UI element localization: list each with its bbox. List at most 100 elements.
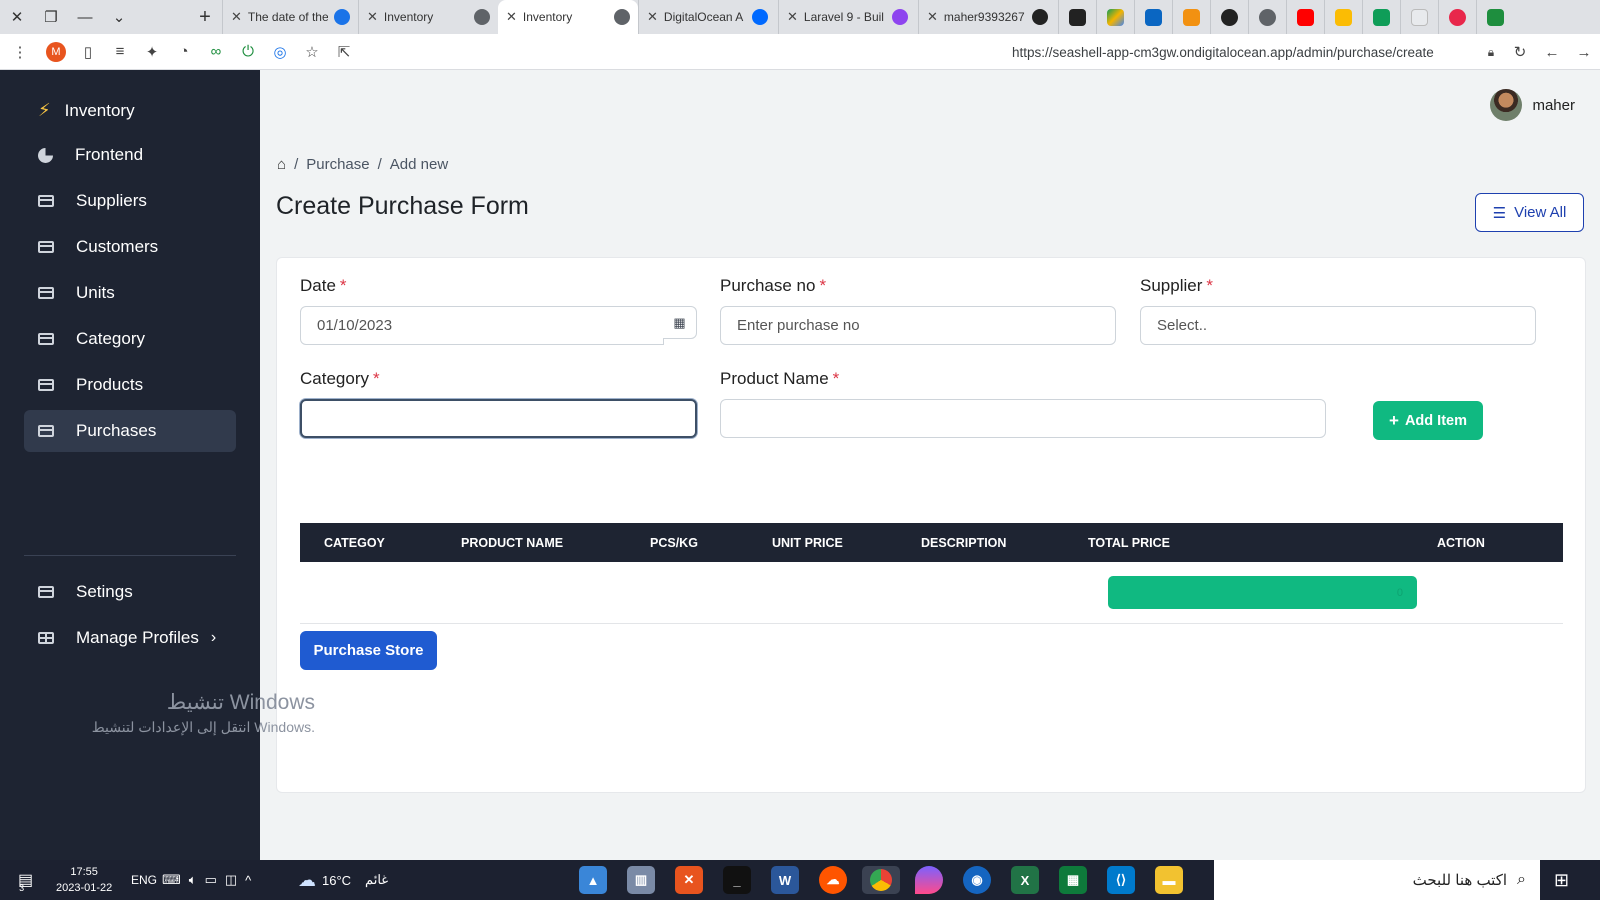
sidebar-item-products[interactable]: Products [24, 364, 236, 406]
tab-close-icon[interactable]: ✕ [367, 9, 378, 25]
tab-close-icon[interactable]: ✕ [231, 9, 242, 25]
browser-tab-active[interactable]: ✕ Inventory [498, 0, 638, 34]
browser-tab[interactable]: ✕ The date of the [222, 0, 358, 34]
terminal-app-icon[interactable]: _ [723, 866, 751, 894]
sidebar-item-units[interactable]: Units [24, 272, 236, 314]
extension-spy-icon[interactable]: ∞ [200, 34, 232, 70]
date-field[interactable]: 01/10/2023 [300, 306, 664, 345]
forward-arrow-icon[interactable]: → [1568, 34, 1600, 70]
pinned-tab[interactable] [1058, 0, 1096, 34]
excel-app-icon[interactable]: X [1011, 866, 1039, 894]
pinned-tab[interactable] [1134, 0, 1172, 34]
app-icon[interactable]: ◉ [963, 866, 991, 894]
card-icon [38, 195, 54, 207]
browser-tab[interactable]: ✕ maher9393267 [918, 0, 1058, 34]
keyboard-icon[interactable]: ⌨︎ [162, 872, 181, 888]
pinned-tab[interactable] [1172, 0, 1210, 34]
category-select[interactable] [300, 399, 697, 438]
url-field[interactable]: https://seashell-app-cm3gw.ondigitalocea… [1012, 34, 1434, 70]
add-item-button[interactable]: + Add Item [1373, 401, 1483, 440]
product-name-select[interactable] [720, 399, 1326, 438]
purchase-no-input[interactable]: Enter purchase no [720, 306, 1116, 345]
close-window-icon[interactable]: ✕ [0, 0, 34, 34]
view-all-button[interactable]: ☰ View All [1475, 193, 1584, 232]
supplier-label-text: Supplier [1140, 276, 1203, 295]
windows-taskbar: ▤ 3 17:55 2023-01-22 ENG ⌨︎ 🔈︎ ▭ ◫ ^ ☁︎ 1… [0, 860, 1600, 900]
extensions-puzzle-icon[interactable]: ✦ [136, 34, 168, 70]
sidebar-item-settings[interactable]: Setings [24, 571, 236, 613]
breadcrumb-add-new: Add new [389, 156, 449, 173]
supplier-select[interactable]: Select.. [1140, 306, 1536, 345]
browser-tab[interactable]: ✕ Laravel 9 - Buil [778, 0, 918, 34]
meet-icon[interactable]: ◫ [225, 872, 237, 888]
pinned-tab[interactable] [1324, 0, 1362, 34]
pinned-tab[interactable] [1362, 0, 1400, 34]
sidebar-panel-icon[interactable]: ▯ [72, 34, 104, 70]
file-explorer-icon[interactable]: ▬ [1155, 866, 1183, 894]
purchase-store-button[interactable]: Purchase Store [300, 631, 437, 670]
taskbar-search[interactable]: اكتب هنا للبحث ⌕ [1214, 860, 1540, 900]
back-arrow-icon[interactable]: ← [1536, 34, 1568, 70]
menu-dots-icon[interactable]: ⋮ [0, 34, 40, 70]
extension-m-icon[interactable]: M [40, 34, 72, 70]
pinned-tab[interactable] [1210, 0, 1248, 34]
power-icon[interactable]: ⏻ [232, 34, 264, 70]
digitalocean-icon [751, 9, 768, 25]
clock[interactable]: 17:55 2023-01-22 [56, 860, 112, 900]
tab-title: Inventory [522, 10, 573, 24]
home-icon[interactable]: ⌂ [277, 156, 286, 173]
calendar-icon[interactable]: ▦ [663, 306, 697, 339]
notification-icon[interactable]: ▤ 3 [18, 860, 33, 900]
tab-close-icon[interactable]: ✕ [506, 9, 517, 25]
xampp-app-icon[interactable]: ✕ [675, 866, 703, 894]
tab-close-icon[interactable]: ✕ [647, 9, 658, 25]
sidebar-item-suppliers[interactable]: Suppliers [24, 180, 236, 222]
windows-start-icon[interactable]: ⊞ [1554, 860, 1569, 900]
language-indicator[interactable]: ENG [131, 860, 157, 900]
sidebar-item-frontend[interactable]: Frontend [24, 134, 236, 176]
pinned-tab[interactable] [1438, 0, 1476, 34]
restore-window-icon[interactable]: ❐ [34, 0, 68, 34]
chevron-up-icon[interactable]: ^ [245, 873, 251, 888]
volume-icon[interactable]: 🔈︎ [189, 872, 197, 888]
reading-list-icon[interactable]: ≡ [104, 34, 136, 70]
search-placeholder: اكتب هنا للبحث [1412, 872, 1508, 889]
file-app-icon[interactable]: ▥ [627, 866, 655, 894]
sidebar-brand[interactable]: ⚡︎ Inventory [38, 100, 135, 121]
required-mark: * [1206, 276, 1213, 295]
tab-close-icon[interactable]: ✕ [927, 9, 938, 25]
sidebar-item-manage-profiles[interactable]: Manage Profiles › [24, 617, 236, 659]
pinned-tab[interactable] [1286, 0, 1324, 34]
column-header-total-price: TOTAL PRICE [1088, 536, 1170, 550]
weather-widget[interactable]: ☁︎ 16°C غائم [298, 860, 388, 900]
pinned-tab[interactable] [1400, 0, 1438, 34]
extension-circle-icon[interactable]: ◎ [264, 34, 296, 70]
sidebar-item-category[interactable]: Category [24, 318, 236, 360]
chrome-app-icon[interactable] [862, 866, 900, 894]
pinned-tab[interactable] [1476, 0, 1514, 34]
paint-app-icon[interactable] [915, 866, 943, 894]
reload-icon[interactable]: ↻ [1504, 34, 1536, 70]
extension-icon[interactable]: ◔ [168, 34, 200, 70]
breadcrumb-purchase[interactable]: Purchase [306, 156, 369, 173]
browser-tab[interactable]: ✕ DigitalOcean A [638, 0, 778, 34]
tab-title: DigitalOcean A [663, 10, 744, 24]
display-icon[interactable]: ▭ [205, 872, 217, 888]
soundcloud-app-icon[interactable]: ☁︎ [819, 866, 847, 894]
user-menu[interactable]: maher [1490, 89, 1575, 121]
sidebar-item-purchases[interactable]: Purchases [24, 410, 236, 452]
bookmark-star-icon[interactable]: ☆ [296, 34, 328, 70]
word-app-icon[interactable]: W [771, 866, 799, 894]
app-icon[interactable]: ▦ [1059, 866, 1087, 894]
minimize-window-icon[interactable]: — [68, 0, 102, 34]
pinned-tab[interactable] [1096, 0, 1134, 34]
vscode-app-icon[interactable]: ⟨⟩ [1107, 866, 1135, 894]
tab-close-icon[interactable]: ✕ [787, 9, 798, 25]
browser-tab[interactable]: ✕ Inventory [358, 0, 498, 34]
share-icon[interactable]: ⇱ [328, 34, 360, 70]
new-tab-icon[interactable]: + [188, 0, 222, 34]
photos-app-icon[interactable]: ▲ [579, 866, 607, 894]
pinned-tab[interactable] [1248, 0, 1286, 34]
tab-search-icon[interactable]: ⌄ [102, 0, 136, 34]
sidebar-item-customers[interactable]: Customers [24, 226, 236, 268]
